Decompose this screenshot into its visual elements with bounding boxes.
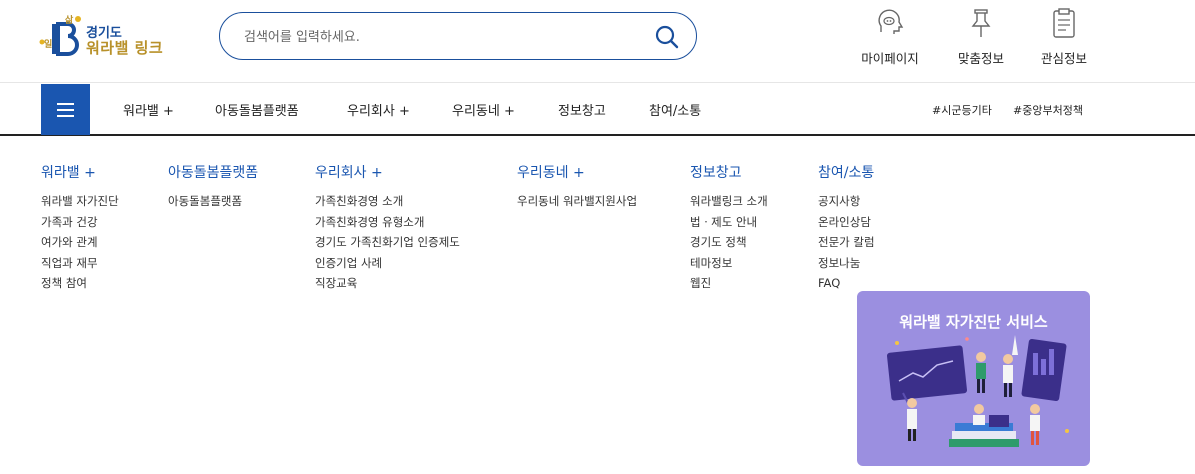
search-box xyxy=(219,12,697,60)
mega-link[interactable]: 가족과 건강 xyxy=(41,212,119,233)
mega-link[interactable]: 직업과 재무 xyxy=(41,253,119,274)
mega-link[interactable]: 경기도 가족친화기업 인증제도 xyxy=(315,232,460,253)
interest-info-button[interactable]: 관심정보 xyxy=(1026,6,1102,70)
mega-link[interactable]: 우리동네 워라밸지원사업 xyxy=(517,191,637,212)
site-logo[interactable]: 삶 일 경기도 워라밸 링크 xyxy=(38,14,178,62)
search-icon[interactable] xyxy=(654,24,680,50)
logo-subtitle: 워라밸 링크 xyxy=(86,39,164,57)
clipboard-icon xyxy=(1053,8,1075,38)
interest-info-label: 관심정보 xyxy=(1040,51,1087,66)
pin-icon xyxy=(971,9,991,37)
hamburger-menu-icon[interactable] xyxy=(41,84,90,135)
mega-link[interactable]: 가족친화경영 유형소개 xyxy=(315,212,460,233)
mega-link[interactable]: 법ㆍ제도 안내 xyxy=(690,212,768,233)
self-diagnosis-banner[interactable]: 워라밸 자가진단 서비스 xyxy=(857,291,1090,466)
banner-title: 워라밸 자가진단 서비스 xyxy=(899,313,1048,331)
custom-info-button[interactable]: 맞춤정보 xyxy=(943,6,1019,70)
mega-col-worklife: 워라밸 + 워라밸 자가진단 가족과 건강 여가와 관계 직업과 재무 정책 참… xyxy=(41,162,119,294)
custom-info-label: 맞춤정보 xyxy=(957,51,1004,66)
tag-central-policy[interactable]: #중앙부처정책 xyxy=(1013,102,1083,118)
header: 삶 일 경기도 워라밸 링크 마이페이지 맞춤정보 xyxy=(0,0,1195,83)
mega-col-childcare: 아동돌봄플랫폼 아동돌봄플랫폼 xyxy=(168,162,258,212)
nav-item-participation[interactable]: 참여/소통 xyxy=(649,100,701,119)
mega-link[interactable]: 테마정보 xyxy=(690,253,768,274)
mega-link[interactable]: 전문가 칼럼 xyxy=(818,232,875,253)
mega-head-worklife[interactable]: 워라밸 + xyxy=(41,162,119,182)
mega-link[interactable]: 직장교육 xyxy=(315,273,460,294)
mega-link[interactable]: 가족친화경영 소개 xyxy=(315,191,460,212)
mega-col-our-company: 우리회사 + 가족친화경영 소개 가족친화경영 유형소개 경기도 가족친화기업 … xyxy=(315,162,460,294)
main-nav: 워라밸 + 아동돌봄플랫폼 우리회사 + 우리동네 + 정보창고 참여/소통 #… xyxy=(0,83,1195,136)
mega-link[interactable]: 정책 참여 xyxy=(41,273,119,294)
logo-mark-icon: 삶 일 xyxy=(39,14,81,56)
nav-item-childcare[interactable]: 아동돌봄플랫폼 xyxy=(215,100,299,119)
mypage-button[interactable]: 마이페이지 xyxy=(852,6,928,70)
search-input[interactable] xyxy=(244,24,644,50)
nav-item-our-town[interactable]: 우리동네 + xyxy=(452,100,515,119)
mega-link[interactable]: 여가와 관계 xyxy=(41,232,119,253)
mega-link[interactable]: 아동돌봄플랫폼 xyxy=(168,191,258,212)
tag-local-govt[interactable]: #시군등기타 xyxy=(932,102,992,118)
nav-item-our-company[interactable]: 우리회사 + xyxy=(347,100,410,119)
mega-col-our-town: 우리동네 + 우리동네 워라밸지원사업 xyxy=(517,162,637,212)
mega-link[interactable]: 경기도 정책 xyxy=(690,232,768,253)
mega-link[interactable]: 워라밸링크 소개 xyxy=(690,191,768,212)
user-head-icon xyxy=(878,9,904,34)
logo-mark-top: 삶 xyxy=(65,14,74,26)
mega-link[interactable]: 인증기업 사례 xyxy=(315,253,460,274)
logo-mark-left: 일 xyxy=(44,38,52,50)
mega-link[interactable]: 웹진 xyxy=(690,273,768,294)
mega-head-info[interactable]: 정보창고 xyxy=(690,162,768,182)
mypage-label: 마이페이지 xyxy=(861,51,919,66)
mega-head-childcare[interactable]: 아동돌봄플랫폼 xyxy=(168,162,258,182)
mega-col-participation: 참여/소통 공지사항 온라인상담 전문가 칼럼 정보나눔 FAQ xyxy=(818,162,875,294)
people-illustration-icon xyxy=(886,335,1069,447)
mega-link[interactable]: 공지사항 xyxy=(818,191,875,212)
mega-head-our-company[interactable]: 우리회사 + xyxy=(315,162,460,182)
mega-head-our-town[interactable]: 우리동네 + xyxy=(517,162,637,182)
nav-item-worklife[interactable]: 워라밸 + xyxy=(123,100,174,119)
mega-col-info: 정보창고 워라밸링크 소개 법ㆍ제도 안내 경기도 정책 테마정보 웹진 xyxy=(690,162,768,294)
mega-link[interactable]: 온라인상담 xyxy=(818,212,875,233)
mega-head-participation[interactable]: 참여/소통 xyxy=(818,162,875,182)
mega-link[interactable]: 워라밸 자가진단 xyxy=(41,191,119,212)
nav-item-info[interactable]: 정보창고 xyxy=(558,100,606,119)
mega-link[interactable]: 정보나눔 xyxy=(818,253,875,274)
